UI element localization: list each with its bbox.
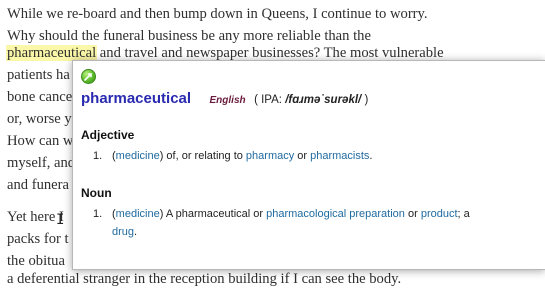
article-line: While we re-board and then bump down in … [7, 6, 428, 22]
definition-number: 1. [93, 150, 103, 162]
article-line: and funera [7, 177, 69, 193]
text-cursor-icon: I [56, 212, 65, 228]
article-line: bone cance [7, 89, 73, 105]
article-line: patients ha [7, 67, 70, 83]
language-label: English [209, 95, 246, 106]
definition-link[interactable]: drug [112, 226, 134, 238]
definition-link[interactable]: product [421, 208, 458, 220]
entry-header: pharmaceutical English ( IPA: /fɑɹmə˙sur… [81, 90, 368, 108]
definition-item: 1. (medicine) of, or relating to pharmacy… [93, 147, 533, 165]
dictionary-source-icon[interactable] [81, 69, 96, 84]
domain-label-link[interactable]: medicine [116, 150, 160, 162]
article-line: a deferential stranger in the reception … [7, 271, 402, 287]
dictionary-popup[interactable]: pharmaceutical English ( IPA: /fɑɹmə˙sur… [72, 60, 545, 270]
article-line: or, worse y [7, 111, 72, 127]
article-line: How can w [7, 133, 74, 149]
definition-item: 1. (medicine) A pharmaceutical or pharmac… [93, 205, 533, 241]
pronunciation: ( IPA: /fɑɹmə˙surəkl/ ) [254, 94, 369, 106]
definition-link[interactable]: pharmacy [246, 150, 294, 162]
definition-link[interactable]: pharmacological preparation [266, 208, 405, 220]
definition-link[interactable]: pharmacists [310, 150, 369, 162]
domain-label-link[interactable]: medicine [116, 208, 160, 220]
headword: pharmaceutical [81, 90, 192, 107]
article-line: packs for t [7, 231, 69, 247]
article-line: myself, and [7, 155, 76, 171]
article-line-rest: and travel and newspaper businesses? The… [96, 45, 444, 61]
part-of-speech-noun: Noun [81, 186, 112, 200]
definition-number: 1. [93, 208, 103, 220]
part-of-speech-adjective: Adjective [81, 128, 135, 142]
selected-word-highlight[interactable]: pharmaceutical [6, 45, 98, 61]
